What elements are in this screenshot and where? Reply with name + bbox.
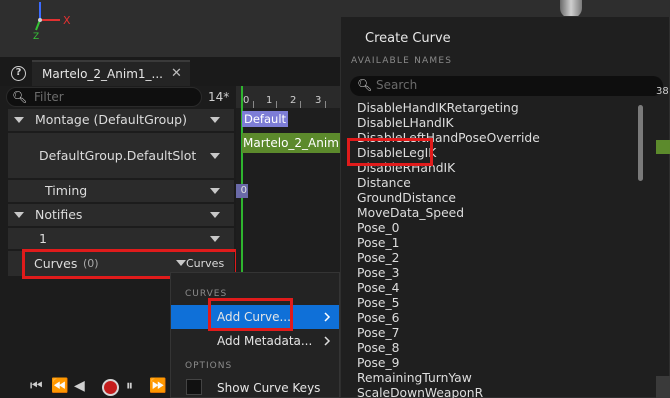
- ruler-tick-label: 0: [243, 95, 250, 106]
- axis-z-label: Z: [33, 32, 39, 40]
- tab-title: Martelo_2_Anim1_...: [42, 67, 163, 81]
- curve-search-placeholder: Search: [376, 78, 418, 92]
- montage-track-header[interactable]: Montage (DefaultGroup): [8, 109, 234, 131]
- show-curve-keys-label: Show Curve Keys: [217, 381, 321, 395]
- step-forward-icon[interactable]: ⏩: [149, 378, 166, 394]
- list-item[interactable]: DisableLHandIK: [349, 116, 641, 131]
- pause-icon[interactable]: ⏸: [126, 378, 133, 394]
- list-item[interactable]: Pose_9: [349, 356, 641, 371]
- add-metadata-label: Add Metadata...: [217, 334, 313, 348]
- ruler-tick: [253, 101, 254, 108]
- timeline-ruler[interactable]: 0 1 2 3: [236, 86, 340, 108]
- list-item[interactable]: Pose_3: [349, 266, 641, 281]
- dropdown-arrow-icon[interactable]: [210, 153, 220, 159]
- timing-label: Timing: [45, 183, 88, 198]
- curve-search-input[interactable]: 🔍︎ Search: [350, 76, 663, 96]
- montage-section-default[interactable]: Default: [242, 111, 288, 127]
- show-curve-keys-checkbox[interactable]: [186, 379, 202, 395]
- anim-segment[interactable]: Martelo_2_Anim1: [242, 133, 340, 153]
- montage-label: Montage (DefaultGroup): [35, 112, 187, 127]
- submenu-arrow-icon: [323, 335, 331, 349]
- list-item[interactable]: Pose_6: [349, 311, 641, 326]
- ruler-tick: [300, 101, 301, 108]
- slot-track[interactable]: DefaultGroup.DefaultSlot: [8, 133, 234, 178]
- add-metadata-menu-item[interactable]: Add Metadata...: [171, 329, 339, 353]
- record-icon[interactable]: [102, 379, 119, 396]
- list-item[interactable]: Distance: [349, 176, 641, 191]
- timing-track[interactable]: Timing: [8, 180, 234, 202]
- notify-track-label: 1: [39, 231, 47, 246]
- dropdown-arrow-icon[interactable]: [210, 117, 220, 123]
- list-item[interactable]: Pose_0: [349, 221, 641, 236]
- highlight-add-curve: [208, 298, 293, 331]
- list-item[interactable]: Pose_2: [349, 251, 641, 266]
- ruler-tick-label: 1: [266, 95, 273, 106]
- ruler-tick-label: 38: [656, 86, 669, 97]
- frame-count: 14*: [208, 90, 230, 104]
- play-reverse-icon[interactable]: ◀: [74, 378, 85, 394]
- filter-input[interactable]: 🔍︎ Filter: [6, 87, 202, 107]
- ruler-tick: [325, 101, 326, 108]
- ruler-tick-label: 3: [315, 95, 322, 106]
- ruler-tick-label: 2: [290, 95, 297, 106]
- scrollbar-track: [656, 376, 670, 398]
- help-icon[interactable]: ?: [11, 66, 26, 81]
- filter-placeholder: Filter: [34, 90, 64, 104]
- notifies-label: Notifies: [35, 207, 83, 222]
- list-item[interactable]: RemainingTurnYaw: [349, 371, 641, 386]
- scrollbar-thumb[interactable]: [638, 105, 643, 181]
- anim-segment-edge: [656, 140, 670, 154]
- notifies-track-header[interactable]: Notifies: [8, 204, 234, 226]
- list-item[interactable]: Pose_4: [349, 281, 641, 296]
- list-item[interactable]: Pose_8: [349, 341, 641, 356]
- chevron-down-icon: [14, 212, 24, 218]
- list-item[interactable]: GroundDistance: [349, 191, 641, 206]
- skip-to-start-icon[interactable]: ⏮: [30, 378, 43, 394]
- create-curve-popup: Create Curve AVAILABLE NAMES 🔍︎ Search D…: [340, 16, 670, 398]
- tab-asset[interactable]: Martelo_2_Anim1_... ✕: [32, 60, 190, 86]
- list-item[interactable]: Pose_5: [349, 296, 641, 311]
- axis-x-label: X: [63, 14, 71, 27]
- chevron-down-icon: [14, 117, 24, 123]
- close-icon[interactable]: ✕: [171, 66, 182, 81]
- available-names-heading: AVAILABLE NAMES: [351, 56, 453, 66]
- search-icon: 🔍︎: [12, 90, 28, 104]
- list-item[interactable]: MoveData_Speed: [349, 206, 641, 221]
- axis-gizmo-icon: X Z: [33, 2, 71, 40]
- dropdown-arrow-icon[interactable]: [210, 188, 220, 194]
- filter-row: 🔍︎ Filter 14*: [6, 87, 232, 107]
- highlight-disable-leg-ik: [347, 138, 433, 166]
- ruler-tick: [276, 101, 277, 108]
- list-item[interactable]: Pose_1: [349, 236, 641, 251]
- timing-marker: 0: [236, 184, 248, 198]
- notify-track-1[interactable]: 1: [8, 228, 234, 249]
- step-back-icon[interactable]: ⏪: [51, 378, 68, 394]
- slot-label: DefaultGroup.DefaultSlot: [39, 148, 197, 163]
- list-item[interactable]: DisableHandIKRetargeting: [349, 101, 641, 116]
- dropdown-arrow-icon[interactable]: [210, 212, 220, 218]
- menu-section-options: OPTIONS: [185, 361, 233, 371]
- submenu-arrow-icon: [323, 311, 331, 325]
- list-item[interactable]: ScaleDownWeaponR: [349, 386, 641, 398]
- list-item[interactable]: Pose_7: [349, 326, 641, 341]
- dropdown-arrow-icon[interactable]: [210, 236, 220, 242]
- search-icon: 🔍︎: [357, 78, 373, 92]
- create-curve-title: Create Curve: [365, 31, 451, 46]
